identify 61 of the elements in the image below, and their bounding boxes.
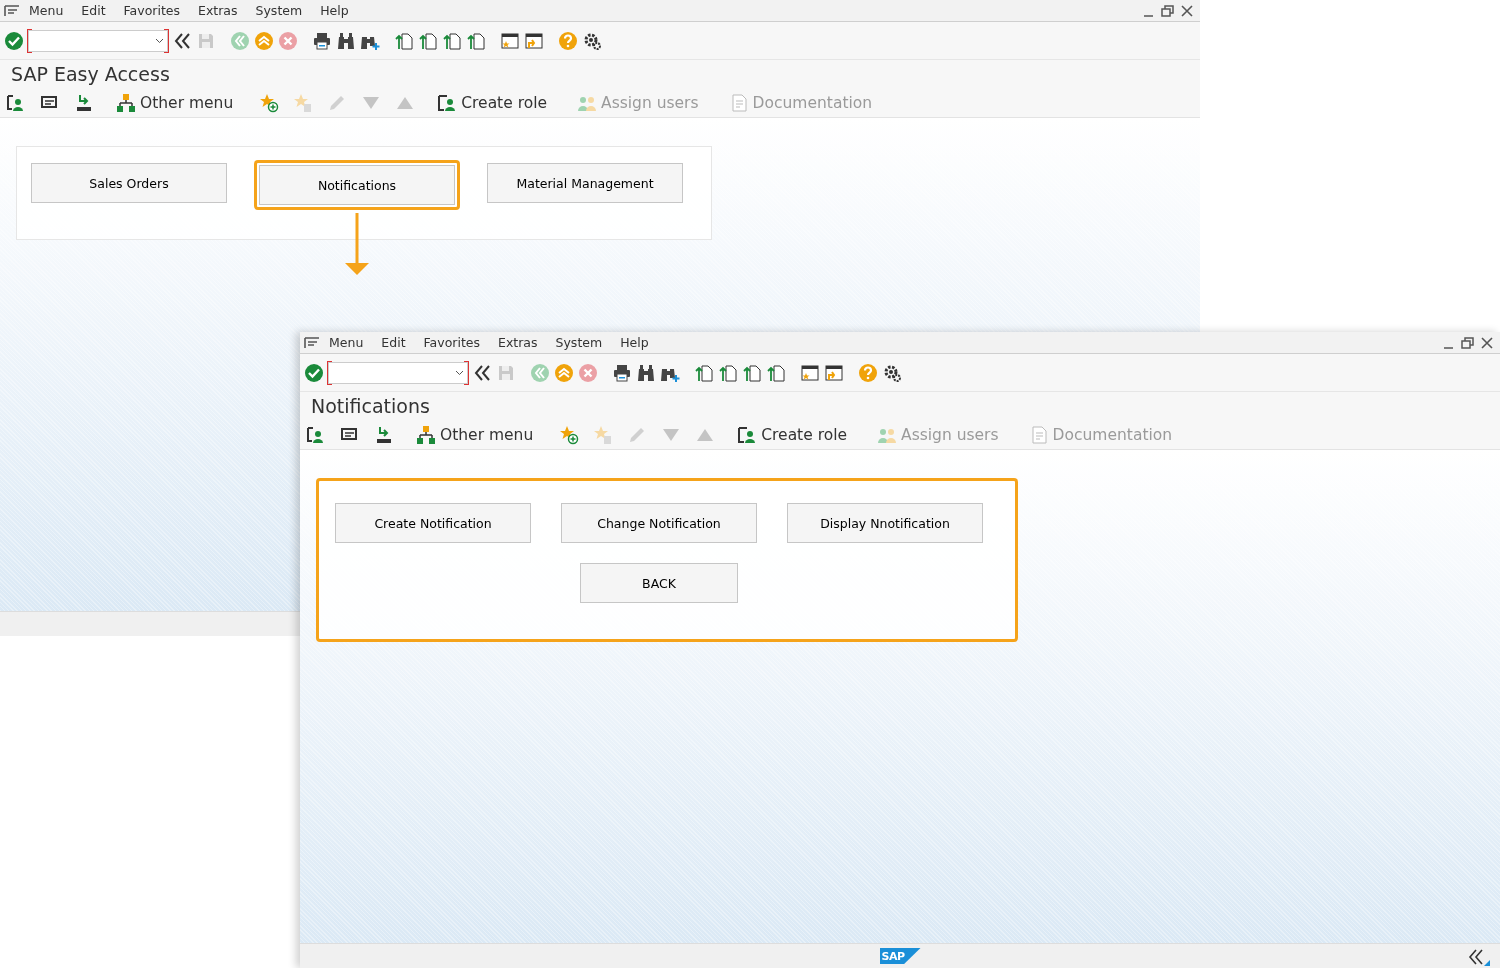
- printer-icon[interactable]: [312, 30, 332, 51]
- printer-icon[interactable]: [612, 362, 632, 383]
- command-field[interactable]: [328, 361, 468, 384]
- menu-button[interactable]: BACK: [580, 563, 738, 603]
- star-trash-icon[interactable]: [293, 92, 314, 113]
- menu-item[interactable]: Edit: [372, 335, 415, 350]
- page-arrow-icon[interactable]: [694, 362, 714, 383]
- toolbar-button[interactable]: Other menu: [112, 92, 238, 113]
- menu-button[interactable]: Display Nnotification: [787, 503, 983, 543]
- toolbar-button[interactable]: Other menu: [412, 424, 538, 445]
- menu-item[interactable]: System: [546, 335, 612, 350]
- user-menu-icon[interactable]: [306, 424, 326, 445]
- page-arrow-icon[interactable]: [718, 362, 738, 383]
- check-icon[interactable]: [4, 30, 24, 51]
- check-icon[interactable]: [304, 362, 324, 383]
- menu-item[interactable]: Menu: [20, 3, 73, 18]
- double-chevron-icon[interactable]: [1468, 948, 1490, 966]
- user-frame-icon: [737, 424, 758, 445]
- binoculars-icon[interactable]: [336, 30, 356, 51]
- menu-item[interactable]: Help: [611, 335, 658, 350]
- page-arrow-icon[interactable]: [766, 362, 786, 383]
- hierarchy-icon: [416, 424, 436, 445]
- screen-title: SAP Easy Access: [0, 60, 1200, 88]
- menu-item[interactable]: Favorites: [414, 335, 489, 350]
- caret-icon[interactable]: [155, 37, 164, 44]
- caret-icon[interactable]: [455, 369, 464, 376]
- menu-button[interactable]: Notifications: [259, 165, 455, 205]
- binoculars-icon[interactable]: [636, 362, 656, 383]
- menu-button[interactable]: Change Notification: [561, 503, 757, 543]
- command-field[interactable]: [28, 29, 168, 52]
- menu-item[interactable]: Extras: [189, 3, 247, 18]
- menu-icon[interactable]: [4, 4, 20, 17]
- window-controls-drawing[interactable]: [1442, 335, 1496, 350]
- menu-item[interactable]: Extras: [489, 335, 547, 350]
- sap-logo: SAP: [879, 948, 921, 964]
- page-arrow-icon[interactable]: [442, 30, 462, 51]
- toolbar-button[interactable]: Create role: [433, 92, 552, 113]
- screen-title: Notifications: [300, 392, 1500, 420]
- user-menu-icon[interactable]: [6, 92, 26, 113]
- toolbar-button[interactable]: Create role: [733, 424, 852, 445]
- menu-icon[interactable]: [304, 336, 320, 349]
- menu-button[interactable]: Sales Orders: [31, 163, 227, 203]
- page-arrow-icon[interactable]: [394, 30, 414, 51]
- tray-arrow-icon[interactable]: [374, 424, 394, 445]
- menu-item[interactable]: System: [246, 3, 312, 18]
- menu-item[interactable]: Menu: [320, 335, 373, 350]
- user-frame-icon: [437, 92, 458, 113]
- menu-button[interactable]: Material Management: [487, 163, 683, 203]
- page-arrow-icon[interactable]: [742, 362, 762, 383]
- star-plus-icon[interactable]: [259, 92, 280, 113]
- menu-item[interactable]: Favorites: [114, 3, 189, 18]
- window-controls-drawing[interactable]: [1142, 3, 1196, 18]
- menu-button[interactable]: Create Notification: [335, 503, 531, 543]
- tray-arrow-icon[interactable]: [74, 92, 94, 113]
- hierarchy-icon: [116, 92, 136, 113]
- star-trash-icon[interactable]: [593, 424, 614, 445]
- menu-item[interactable]: Help: [311, 3, 358, 18]
- menu-item[interactable]: Edit: [72, 3, 115, 18]
- star-plus-icon[interactable]: [559, 424, 580, 445]
- page-arrow-icon[interactable]: [418, 30, 438, 51]
- page-arrow-icon[interactable]: [466, 30, 486, 51]
